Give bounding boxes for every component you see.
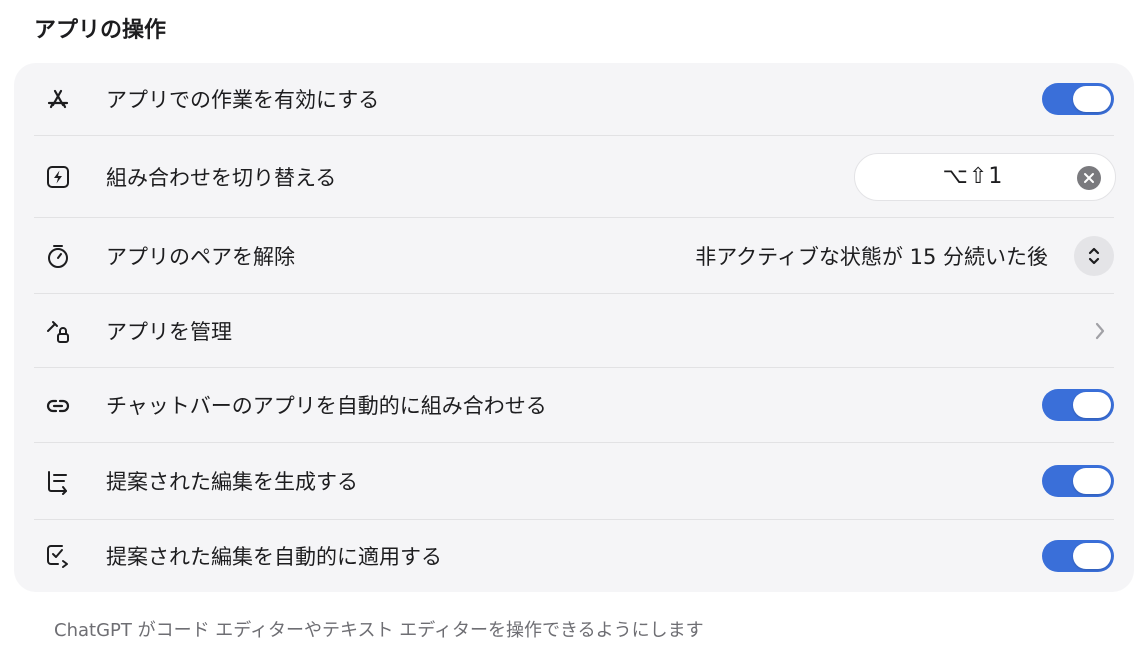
row-toggle-pairing: 組み合わせを切り替える ⌥⇧1 [34, 136, 1116, 218]
row-label: チャットバーのアプリを自動的に組み合わせる [106, 394, 547, 418]
enable-app-work-toggle[interactable] [1042, 83, 1114, 115]
generate-edits-toggle[interactable] [1042, 465, 1114, 497]
app-store-icon [34, 63, 84, 135]
shortcut-input[interactable]: ⌥⇧1 [854, 152, 1116, 201]
list-arrow-icon [34, 443, 84, 519]
row-manage-apps[interactable]: アプリを管理 [34, 294, 1114, 368]
toggle-knob [1073, 543, 1111, 569]
toggle-knob [1073, 86, 1111, 112]
row-label: アプリのペアを解除 [106, 244, 295, 269]
timer-icon [34, 218, 84, 293]
chevron-right-icon [1090, 319, 1110, 343]
settings-panel: アプリでの作業を有効にする 組み合わせを切り替える ⌥⇧1 アプリのペアを解除 … [14, 63, 1134, 592]
row-auto-apply-edits: 提案された編集を自動的に適用する [34, 520, 1114, 592]
footer-description: ChatGPT がコード エディターやテキスト エディターを操作できるようにしま… [54, 620, 704, 641]
wrench-lock-icon [34, 294, 84, 367]
row-enable-app-work: アプリでの作業を有効にする [34, 63, 1114, 136]
row-label: アプリを管理 [106, 319, 232, 344]
section-title: アプリの操作 [34, 18, 167, 43]
bolt-square-icon [34, 136, 84, 217]
row-label: 組み合わせを切り替える [106, 165, 337, 190]
unpair-timeout-stepper[interactable] [1074, 235, 1114, 276]
row-label: アプリでの作業を有効にする [106, 88, 380, 112]
link-icon [34, 368, 84, 442]
clear-shortcut-button[interactable] [1077, 165, 1101, 190]
shortcut-value: ⌥⇧1 [942, 164, 1004, 189]
row-generate-edits: 提案された編集を生成する [34, 443, 1114, 520]
row-label: 提案された編集を生成する [106, 470, 358, 494]
checkbox-arrow-icon [34, 520, 84, 592]
toggle-knob [1073, 392, 1111, 418]
auto-apply-edits-toggle[interactable] [1042, 540, 1114, 572]
row-unpair-apps: アプリのペアを解除 非アクティブな状態が 15 分続いた後 [34, 218, 1114, 294]
unpair-timeout-value[interactable]: 非アクティブな状態が 15 分続いた後 [695, 241, 1048, 271]
row-label: 提案された編集を自動的に適用する [106, 545, 442, 569]
toggle-knob [1073, 468, 1111, 494]
auto-pair-chatbar-toggle[interactable] [1042, 389, 1114, 421]
row-auto-pair-chatbar: チャットバーのアプリを自動的に組み合わせる [34, 368, 1114, 443]
